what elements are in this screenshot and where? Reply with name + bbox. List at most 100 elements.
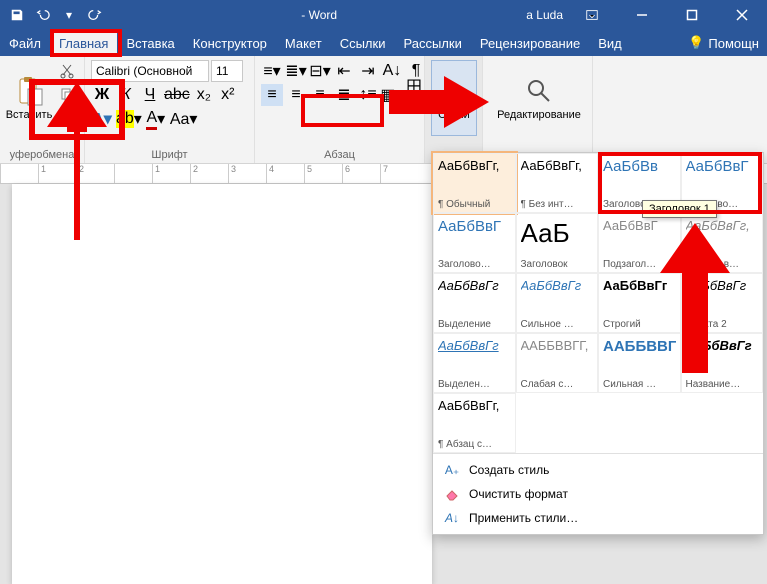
save-icon[interactable] — [6, 4, 28, 26]
subscript-icon[interactable]: x₂ — [193, 84, 215, 106]
style-cell[interactable]: АаБбВвГг,Слабое в… — [681, 213, 764, 273]
document-page[interactable] — [12, 184, 432, 584]
paste-button[interactable]: Вставить — [6, 60, 52, 136]
tab-review[interactable]: Рецензирование — [471, 31, 589, 56]
numbering-icon[interactable]: ≣▾ — [285, 60, 307, 82]
italic-icon[interactable]: К — [115, 84, 137, 106]
style-name: Строгий — [603, 319, 676, 330]
tab-layout[interactable]: Макет — [276, 31, 331, 56]
strike-icon[interactable]: abc — [163, 84, 191, 106]
line-spacing-icon[interactable]: ↕≡ — [357, 84, 379, 106]
borders-icon[interactable]: 田▾ — [405, 84, 427, 106]
font-size-select[interactable] — [211, 60, 243, 82]
decrease-indent-icon[interactable]: ⇤ — [333, 60, 355, 82]
underline-icon[interactable]: Ч — [139, 84, 161, 106]
align-left-icon[interactable]: ≡ — [261, 84, 283, 106]
multilevel-icon[interactable]: ⊟▾ — [309, 60, 331, 82]
change-case-icon[interactable]: Aa▾ — [169, 108, 199, 130]
cut-icon[interactable] — [56, 60, 78, 82]
font-color-icon[interactable]: A▾ — [145, 108, 167, 130]
copy-icon[interactable] — [56, 84, 78, 106]
style-name: ¶ Обычный — [438, 199, 511, 210]
increase-indent-icon[interactable]: ⇥ — [357, 60, 379, 82]
tab-design[interactable]: Конструктор — [184, 31, 276, 56]
tell-me[interactable]: 💡 Помощн — [680, 30, 767, 56]
redo-icon[interactable] — [84, 4, 106, 26]
create-style-icon: A₊ — [443, 462, 461, 478]
group-clipboard-label: уферобмена — [6, 147, 78, 161]
style-cell[interactable]: АаБбВвГгВыделение — [433, 273, 516, 333]
style-cell[interactable]: АаБбВвГгСильное … — [516, 273, 599, 333]
tab-insert[interactable]: Вставка — [117, 31, 183, 56]
tooltip-heading1: Заголовок 1 — [642, 200, 717, 218]
style-name: Сильное … — [521, 319, 594, 330]
style-name: Цитата 2 — [686, 319, 759, 330]
apply-styles-item[interactable]: A↓ Применить стили… — [433, 506, 763, 530]
styles-grid: АаБбВвГг,¶ ОбычныйАаБбВвГг,¶ Без инт…АаБ… — [433, 153, 763, 453]
editing-button[interactable]: Редактирование — [489, 60, 589, 136]
superscript-icon[interactable]: x² — [217, 84, 239, 106]
style-preview: ААББВВГГ, — [521, 338, 594, 353]
style-cell[interactable]: АаБбВвГПодзагол… — [598, 213, 681, 273]
maximize-button[interactable] — [671, 0, 713, 30]
tab-view[interactable]: Вид — [589, 31, 631, 56]
styles-button[interactable]: A Стили — [431, 60, 477, 136]
clear-format-label: Очистить формат — [469, 487, 568, 501]
style-name: Выделен… — [438, 379, 511, 390]
style-cell[interactable]: АаБбВвГЗаголово… — [433, 213, 516, 273]
style-cell[interactable]: АаБбВвГг Выделен… — [433, 333, 516, 393]
user-name: a Luda — [526, 8, 563, 22]
bulb-icon: 💡 — [688, 35, 704, 51]
sort-icon[interactable]: A↓ — [381, 60, 403, 82]
style-name: Сильная … — [603, 379, 676, 390]
style-preview: АаБбВвГг — [686, 338, 759, 353]
group-paragraph-label: Абзац — [261, 147, 418, 161]
ruler-mark: 1 — [38, 164, 76, 183]
close-button[interactable] — [721, 0, 763, 30]
undo-icon[interactable] — [32, 4, 54, 26]
style-cell[interactable]: АаБ Заголовок — [516, 213, 599, 273]
bold-icon[interactable]: Ж — [91, 84, 113, 106]
text-effects-icon[interactable]: A▾ — [91, 108, 113, 130]
qat-dropdown-icon[interactable]: ▾ — [58, 4, 80, 26]
style-cell[interactable]: АаБбВвГгСтрогий — [598, 273, 681, 333]
tab-file[interactable]: Файл — [0, 31, 50, 56]
tab-mailings[interactable]: Рассылки — [394, 31, 470, 56]
style-preview: АаБбВвГ — [686, 158, 759, 175]
style-cell[interactable]: ААББВВГГ,Слабая с… — [516, 333, 599, 393]
style-cell[interactable]: АаБбВвГгЦитата 2 — [681, 273, 764, 333]
justify-icon[interactable]: ≣ — [333, 84, 355, 106]
bullets-icon[interactable]: ≡▾ — [261, 60, 283, 82]
apply-styles-icon: A↓ — [443, 510, 461, 526]
style-cell[interactable]: АаБбВвГг Название… — [681, 333, 764, 393]
highlight-icon[interactable]: ab▾ — [115, 108, 143, 130]
align-right-icon[interactable]: ≡ — [309, 84, 331, 106]
tab-references[interactable]: Ссылки — [331, 31, 395, 56]
style-cell[interactable]: АаБбВвГг,¶ Без инт… — [516, 153, 599, 213]
align-center-icon[interactable]: ≡ — [285, 84, 307, 106]
clear-format-item[interactable]: Очистить формат — [433, 482, 763, 506]
style-cell[interactable]: АаБбВвГг,¶ Абзац с… — [433, 393, 516, 453]
style-name: ¶ Абзац с… — [438, 439, 511, 450]
ribbon-options-icon[interactable] — [571, 0, 613, 30]
group-font-label: Шрифт — [91, 147, 248, 161]
tell-me-label: Помощн — [708, 36, 759, 51]
tab-home[interactable]: Главная — [50, 31, 117, 56]
eraser-icon — [443, 486, 461, 502]
style-preview: АаБ — [521, 218, 594, 249]
style-cell[interactable]: ААББВВГСильная … — [598, 333, 681, 393]
editing-label: Редактирование — [497, 109, 581, 121]
ribbon: Вставить уферобмена Ж К Ч abc x₂ x² — [0, 56, 767, 164]
create-style-item[interactable]: A₊ Создать стиль — [433, 458, 763, 482]
style-preview: АаБбВвГг, — [521, 158, 594, 173]
style-name: Заголовок — [521, 259, 594, 270]
style-preview: АаБбВв — [603, 158, 676, 175]
style-name: Название… — [686, 379, 759, 390]
style-cell[interactable]: АаБбВвГг,¶ Обычный — [433, 153, 516, 213]
shading-icon[interactable]: ▦▾ — [381, 84, 403, 106]
minimize-button[interactable] — [621, 0, 663, 30]
format-painter-icon[interactable] — [56, 108, 78, 130]
group-styles: A Стили — [425, 56, 483, 163]
style-preview: АаБбВвГг — [438, 338, 511, 353]
font-family-select[interactable] — [91, 60, 209, 82]
